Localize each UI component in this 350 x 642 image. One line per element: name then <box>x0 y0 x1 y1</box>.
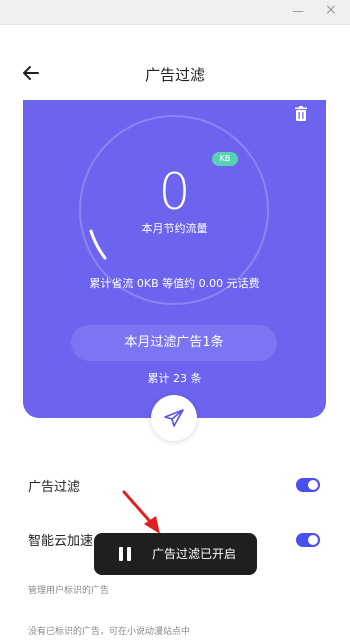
manage-marked-ads-note: 管理用户标识的广告 <box>28 586 110 596</box>
cloud-accel-toggle[interactable] <box>296 533 320 547</box>
page-header: 广告过滤 <box>0 52 350 96</box>
total-count-text: 累计 23 条 <box>147 372 202 385</box>
toggle-knob <box>308 480 318 490</box>
close-button[interactable]: × <box>325 2 337 18</box>
send-icon <box>164 409 184 427</box>
red-arrow-annotation <box>122 490 160 534</box>
cloud-accel-label: 智能云加速 <box>28 534 94 549</box>
traffic-value: 0 <box>158 163 191 221</box>
window-titlebar: — × <box>0 0 350 25</box>
toast-notification: 广告过滤已开启 <box>94 533 257 575</box>
traffic-stats-card: KB 0 本月节约流量 累计省流 0KB 等值约 0.00 元话费 本月过滤广告… <box>23 100 326 418</box>
page-title: 广告过滤 <box>144 66 205 84</box>
no-marked-ads-note: 没有已标识的广告，可在小说动漫站点中 <box>28 627 191 637</box>
trash-icon[interactable] <box>294 106 308 122</box>
total-saved-text: 累计省流 0KB 等值约 0.00 元话费 <box>89 277 260 290</box>
month-filtered-button[interactable]: 本月过滤广告1条 <box>71 325 277 361</box>
traffic-caption: 本月节约流量 <box>141 222 208 235</box>
ad-filter-label: 广告过滤 <box>28 480 81 495</box>
toast-message: 广告过滤已开启 <box>152 547 237 561</box>
minimize-button[interactable]: — <box>292 3 304 19</box>
pause-icon <box>118 547 132 561</box>
ad-filter-toggle[interactable] <box>296 478 320 492</box>
toggle-knob <box>308 535 318 545</box>
send-button[interactable] <box>151 395 197 441</box>
